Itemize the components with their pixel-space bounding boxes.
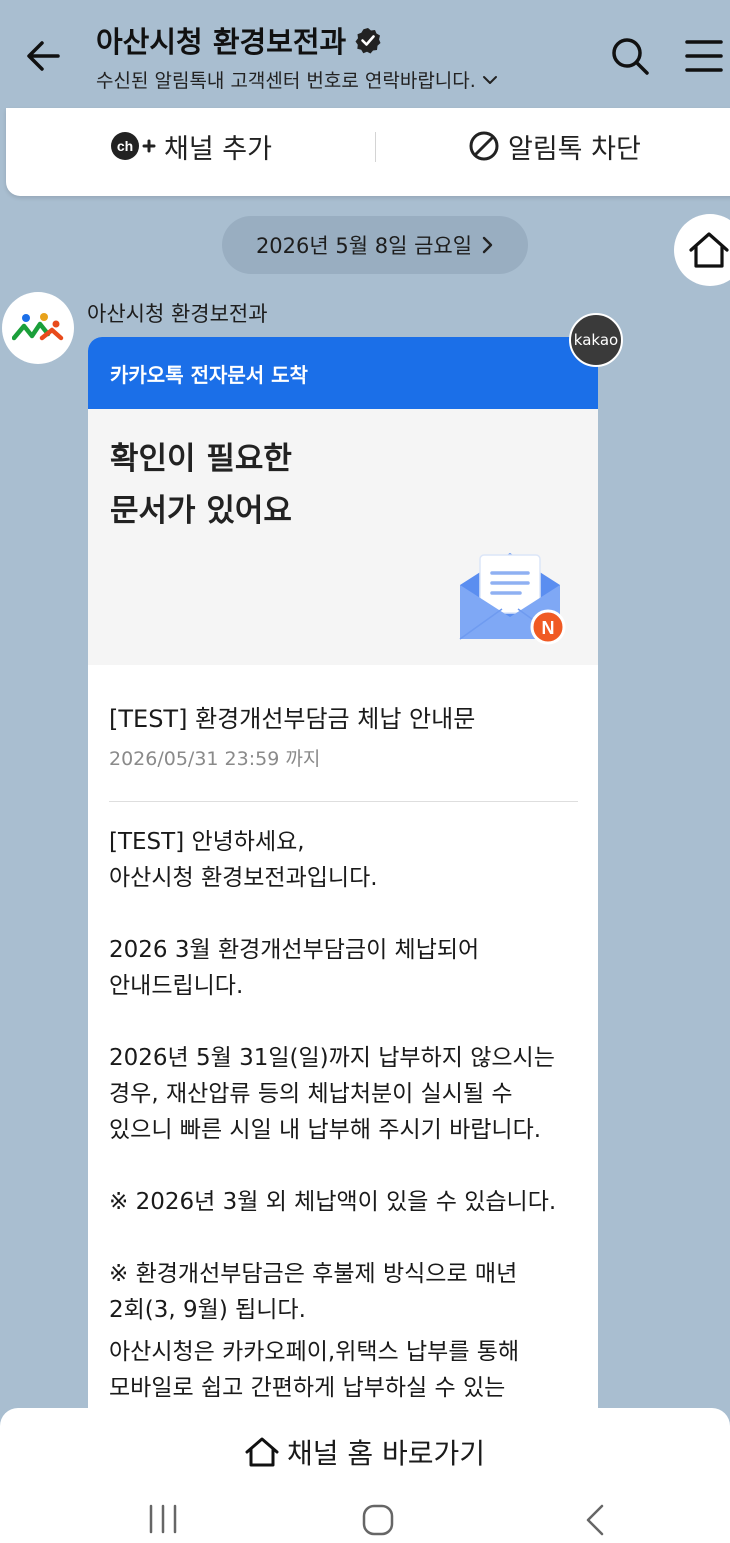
search-button[interactable] <box>608 34 652 78</box>
bottom-bar: 채널 홈 바로가기 <box>0 1408 730 1543</box>
message-header-label: 카카오톡 전자문서 도착 <box>110 362 308 387</box>
envelope-new-badge: N <box>542 618 555 638</box>
message-header: 카카오톡 전자문서 도착 <box>88 337 598 409</box>
action-divider <box>375 132 376 162</box>
home-icon <box>689 232 729 268</box>
channel-subtitle: 수신된 알림톡내 고객센터 번호로 연락바랍니다. <box>96 70 476 92</box>
add-channel-button[interactable]: ch 채널 추가 <box>110 108 272 184</box>
message-body: [TEST] 환경개선부담금 체납 안내문 2026/05/31 23:59 까… <box>88 699 598 1406</box>
document-title: [TEST] 환경개선부담금 체납 안내문 <box>109 705 476 733</box>
channel-add-icon: ch <box>111 132 156 160</box>
menu-icon <box>685 40 723 72</box>
add-channel-label: 채널 추가 <box>164 133 272 165</box>
channel-subtitle-row: 수신된 알림톡내 고객센터 번호로 연락바랍니다. <box>96 66 498 93</box>
search-icon <box>612 38 649 75</box>
back-arrow-icon <box>27 41 60 71</box>
channel-home-button[interactable]: 채널 홈 바로가기 <box>0 1408 730 1496</box>
message-paragraph-4: ※ 2026년 3월 외 체납액이 있을 수 있습니다. <box>109 1189 557 1215</box>
home-icon <box>245 1437 279 1467</box>
nav-home-button[interactable] <box>360 1502 396 1538</box>
date-label: 2026년 5월 8일 금요일 <box>255 234 473 258</box>
channel-action-card: ch 채널 추가 알림톡 차단 <box>6 108 730 196</box>
hero-title-line-1: 확인이 필요한 <box>110 441 292 477</box>
date-divider-button[interactable]: 2026년 5월 8일 금요일 <box>222 216 528 274</box>
message-hero: 확인이 필요한 문서가 있어요 N <box>88 409 598 665</box>
message-paragraph-6: 아산시청은 카카오페이,위택스 납부를 통해 모바일로 쉽고 간편하게 납부하실… <box>109 1339 520 1401</box>
channel-info[interactable]: 아산시청 환경보전과 수신된 알림톡내 고객센터 번호로 연락바랍니다. <box>96 20 498 93</box>
block-icon <box>469 131 499 161</box>
chevron-down-icon <box>482 75 497 84</box>
sender-name: 아산시청 환경보전과 <box>87 302 268 326</box>
nav-recents-button[interactable] <box>146 1502 180 1536</box>
nav-home-icon <box>362 1504 394 1536</box>
top-header: 아산시청 환경보전과 수신된 알림톡내 고객센터 번호로 연락바랍니다. <box>0 0 730 108</box>
asan-city-logo-icon <box>12 313 64 341</box>
nav-back-button[interactable] <box>580 1502 610 1538</box>
nav-back-icon <box>586 1504 604 1536</box>
sender-avatar[interactable] <box>2 292 74 364</box>
channel-title-row: 아산시청 환경보전과 <box>96 20 498 60</box>
menu-button[interactable] <box>684 36 724 76</box>
channel-title: 아산시청 환경보전과 <box>96 25 347 59</box>
block-alimtalk-button[interactable]: 알림톡 차단 <box>468 108 641 184</box>
channel-home-fab[interactable] <box>674 214 730 286</box>
body-divider <box>109 801 578 802</box>
alimtalk-message-card[interactable]: 카카오톡 전자문서 도착 확인이 필요한 문서가 있어요 N [TEST] 환경… <box>88 337 598 1437</box>
block-alimtalk-label: 알림톡 차단 <box>508 133 641 165</box>
message-paragraph-5: ※ 환경개선부담금은 후불제 방식으로 매년 2회(3, 9월) 됩니다. <box>109 1261 518 1323</box>
hero-title: 확인이 필요한 문서가 있어요 <box>110 433 292 537</box>
channel-home-label: 채널 홈 바로가기 <box>286 1437 486 1470</box>
kakao-badge: kakao <box>569 313 623 367</box>
hero-title-line-2: 문서가 있어요 <box>110 493 292 529</box>
message-paragraph-3: 2026년 5월 31일(일)까지 납부하지 않으시는 경우, 재산압류 등의 … <box>109 1045 555 1143</box>
recents-icon <box>149 1504 177 1534</box>
kakao-badge-label: kakao <box>573 331 619 349</box>
envelope-icon: N <box>459 553 566 645</box>
verified-icon <box>355 28 381 54</box>
svg-text:ch: ch <box>117 138 133 154</box>
chevron-right-icon <box>482 236 493 254</box>
message-paragraph-1: [TEST] 안녕하세요, 아산시청 환경보전과입니다. <box>109 829 378 891</box>
back-button[interactable] <box>22 34 66 78</box>
document-deadline: 2026/05/31 23:59 까지 <box>109 748 321 770</box>
message-paragraph-2: 2026 3월 환경개선부담금이 체납되어 안내드립니다. <box>109 937 480 999</box>
